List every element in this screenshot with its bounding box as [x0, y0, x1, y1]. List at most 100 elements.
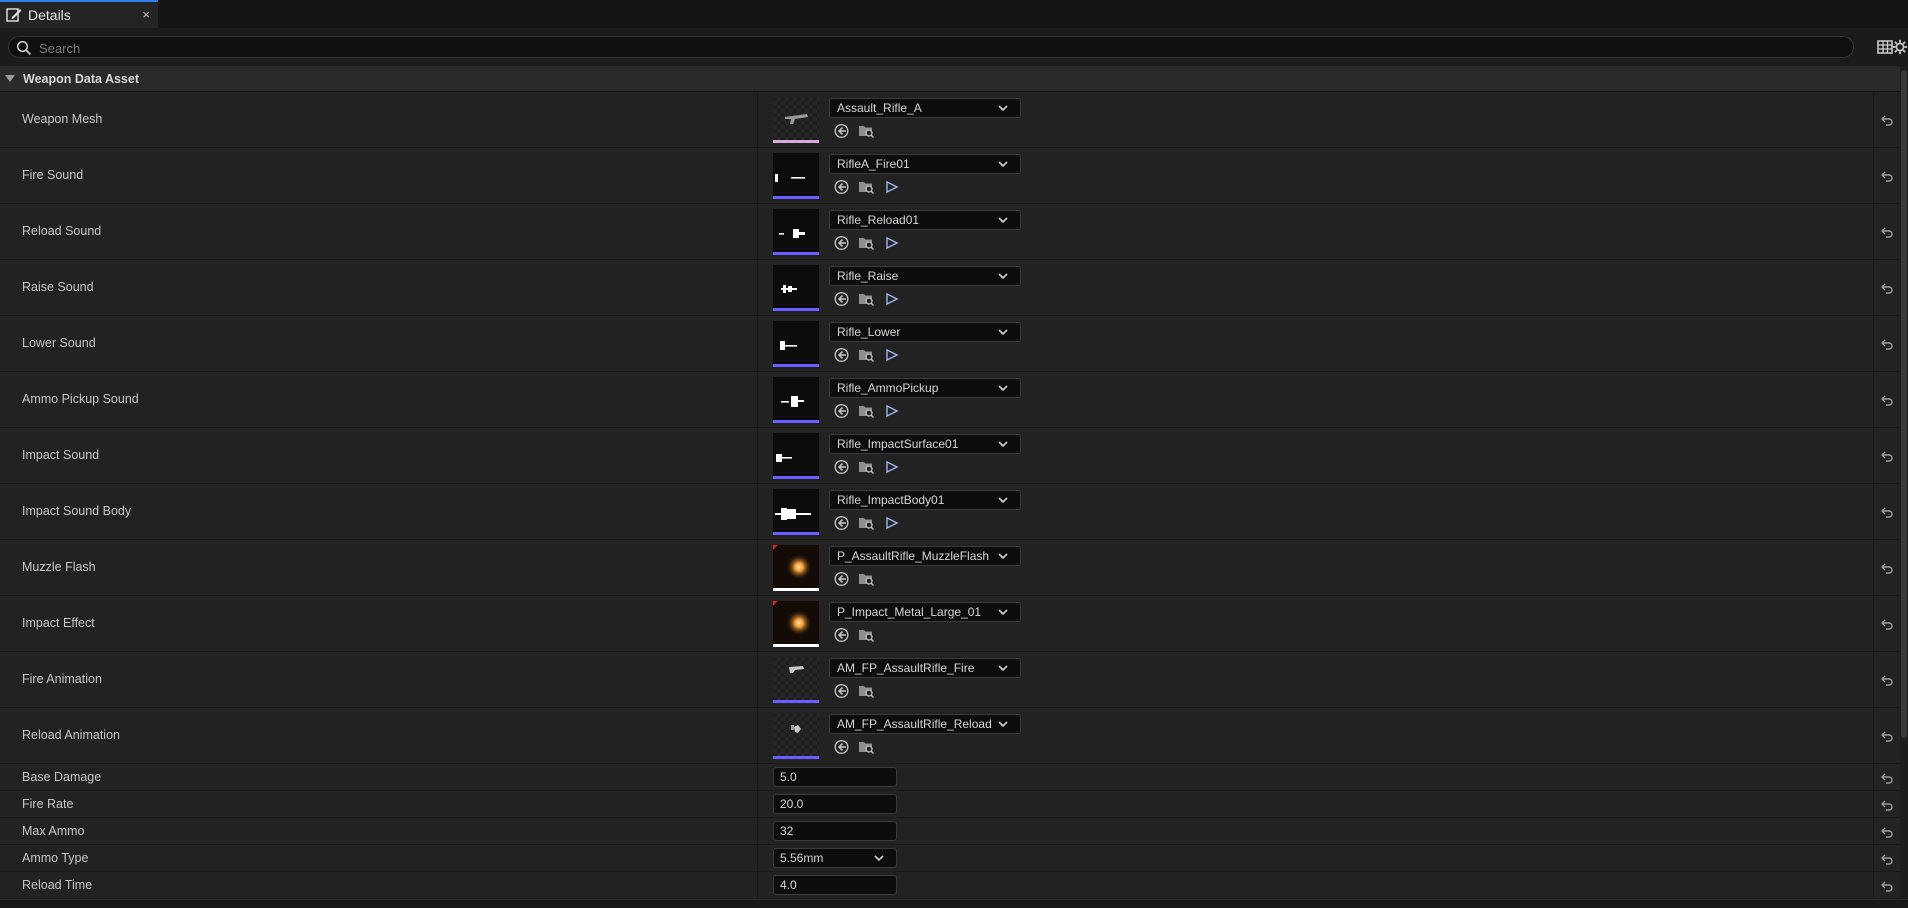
- asset-thumbnail[interactable]: [773, 97, 819, 143]
- asset-picker-combo[interactable]: RifleA_Fire01: [829, 154, 1021, 174]
- asset-picker-combo[interactable]: P_AssaultRifle_MuzzleFlash: [829, 546, 1021, 566]
- use-selected-icon[interactable]: [833, 459, 850, 475]
- use-selected-icon[interactable]: [833, 347, 850, 363]
- browse-icon[interactable]: [858, 123, 875, 139]
- column-splitter[interactable]: [757, 652, 758, 707]
- browse-icon[interactable]: [858, 179, 875, 195]
- asset-thumbnail[interactable]: [773, 545, 819, 591]
- play-icon[interactable]: [883, 179, 900, 195]
- asset-thumbnail[interactable]: [773, 377, 819, 423]
- column-splitter[interactable]: [757, 260, 758, 315]
- close-icon[interactable]: ×: [142, 7, 150, 22]
- use-selected-icon[interactable]: [833, 123, 850, 139]
- reset-to-default-icon[interactable]: [1880, 337, 1894, 351]
- use-selected-icon[interactable]: [833, 403, 850, 419]
- browse-icon[interactable]: [858, 627, 875, 643]
- browse-icon[interactable]: [858, 739, 875, 755]
- reset-to-default-icon[interactable]: [1880, 879, 1894, 893]
- numeric-value[interactable]: 32: [780, 824, 793, 838]
- reset-to-default-icon[interactable]: [1880, 281, 1894, 295]
- use-selected-icon[interactable]: [833, 291, 850, 307]
- column-splitter[interactable]: [757, 818, 758, 844]
- numeric-value[interactable]: 4.0: [780, 878, 797, 892]
- column-splitter[interactable]: [757, 316, 758, 371]
- collapse-arrow-icon[interactable]: [5, 75, 15, 82]
- play-icon[interactable]: [883, 291, 900, 307]
- column-splitter[interactable]: [757, 148, 758, 203]
- use-selected-icon[interactable]: [833, 235, 850, 251]
- play-icon[interactable]: [883, 459, 900, 475]
- asset-thumbnail[interactable]: [773, 321, 819, 367]
- use-selected-icon[interactable]: [833, 627, 850, 643]
- asset-picker-combo[interactable]: Rifle_ImpactSurface01: [829, 434, 1021, 454]
- numeric-field[interactable]: 32: [773, 821, 897, 841]
- numeric-value[interactable]: 5.0: [780, 770, 797, 784]
- category-header[interactable]: Weapon Data Asset: [0, 66, 1900, 92]
- asset-thumbnail[interactable]: [773, 601, 819, 647]
- browse-icon[interactable]: [858, 291, 875, 307]
- column-splitter[interactable]: [757, 872, 758, 898]
- column-splitter[interactable]: [757, 372, 758, 427]
- play-icon[interactable]: [883, 347, 900, 363]
- column-splitter[interactable]: [757, 708, 758, 763]
- column-splitter[interactable]: [757, 845, 758, 871]
- asset-picker-combo[interactable]: Rifle_AmmoPickup: [829, 378, 1021, 398]
- settings-icon[interactable]: [1892, 38, 1908, 56]
- tab-details[interactable]: Details ×: [0, 0, 158, 28]
- browse-icon[interactable]: [858, 571, 875, 587]
- asset-thumbnail[interactable]: [773, 209, 819, 255]
- search-box[interactable]: [8, 36, 1854, 59]
- play-icon[interactable]: [883, 235, 900, 251]
- asset-thumbnail[interactable]: [773, 657, 819, 703]
- asset-picker-combo[interactable]: AM_FP_AssaultRifle_Reload: [829, 714, 1021, 734]
- asset-thumbnail[interactable]: [773, 265, 819, 311]
- asset-thumbnail[interactable]: [773, 153, 819, 199]
- column-splitter[interactable]: [757, 92, 758, 147]
- asset-thumbnail[interactable]: [773, 433, 819, 479]
- numeric-value[interactable]: 20.0: [780, 797, 803, 811]
- reset-to-default-icon[interactable]: [1880, 561, 1894, 575]
- reset-to-default-icon[interactable]: [1880, 729, 1894, 743]
- play-icon[interactable]: [883, 515, 900, 531]
- reset-to-default-icon[interactable]: [1880, 771, 1894, 785]
- column-splitter[interactable]: [757, 484, 758, 539]
- scrollbar-thumb[interactable]: [1901, 70, 1907, 738]
- play-icon[interactable]: [883, 403, 900, 419]
- asset-picker-combo[interactable]: AM_FP_AssaultRifle_Fire: [829, 658, 1021, 678]
- column-splitter[interactable]: [757, 596, 758, 651]
- asset-picker-combo[interactable]: Rifle_Reload01: [829, 210, 1021, 230]
- reset-to-default-icon[interactable]: [1880, 225, 1894, 239]
- numeric-field[interactable]: 5.0: [773, 767, 897, 787]
- numeric-field[interactable]: 4.0: [773, 875, 897, 895]
- use-selected-icon[interactable]: [833, 571, 850, 587]
- reset-to-default-icon[interactable]: [1880, 393, 1894, 407]
- browse-icon[interactable]: [858, 403, 875, 419]
- numeric-field[interactable]: 20.0: [773, 794, 897, 814]
- vertical-scrollbar[interactable]: [1900, 66, 1908, 901]
- asset-picker-combo[interactable]: Rifle_Raise: [829, 266, 1021, 286]
- browse-icon[interactable]: [858, 347, 875, 363]
- asset-picker-combo[interactable]: Rifle_ImpactBody01: [829, 490, 1021, 510]
- column-splitter[interactable]: [757, 540, 758, 595]
- browse-icon[interactable]: [858, 459, 875, 475]
- reset-to-default-icon[interactable]: [1880, 852, 1894, 866]
- asset-thumbnail[interactable]: [773, 489, 819, 535]
- use-selected-icon[interactable]: [833, 739, 850, 755]
- reset-to-default-icon[interactable]: [1880, 825, 1894, 839]
- reset-to-default-icon[interactable]: [1880, 113, 1894, 127]
- asset-picker-combo[interactable]: Rifle_Lower: [829, 322, 1021, 342]
- reset-to-default-icon[interactable]: [1880, 617, 1894, 631]
- reset-to-default-icon[interactable]: [1880, 169, 1894, 183]
- asset-thumbnail[interactable]: [773, 713, 819, 759]
- column-splitter[interactable]: [757, 764, 758, 790]
- column-splitter[interactable]: [757, 428, 758, 483]
- use-selected-icon[interactable]: [833, 515, 850, 531]
- use-selected-icon[interactable]: [833, 683, 850, 699]
- search-input[interactable]: [37, 37, 1841, 59]
- reset-to-default-icon[interactable]: [1880, 505, 1894, 519]
- asset-picker-combo[interactable]: Assault_Rifle_A: [829, 98, 1021, 118]
- use-selected-icon[interactable]: [833, 179, 850, 195]
- browse-icon[interactable]: [858, 515, 875, 531]
- reset-to-default-icon[interactable]: [1880, 449, 1894, 463]
- asset-picker-combo[interactable]: P_Impact_Metal_Large_01: [829, 602, 1021, 622]
